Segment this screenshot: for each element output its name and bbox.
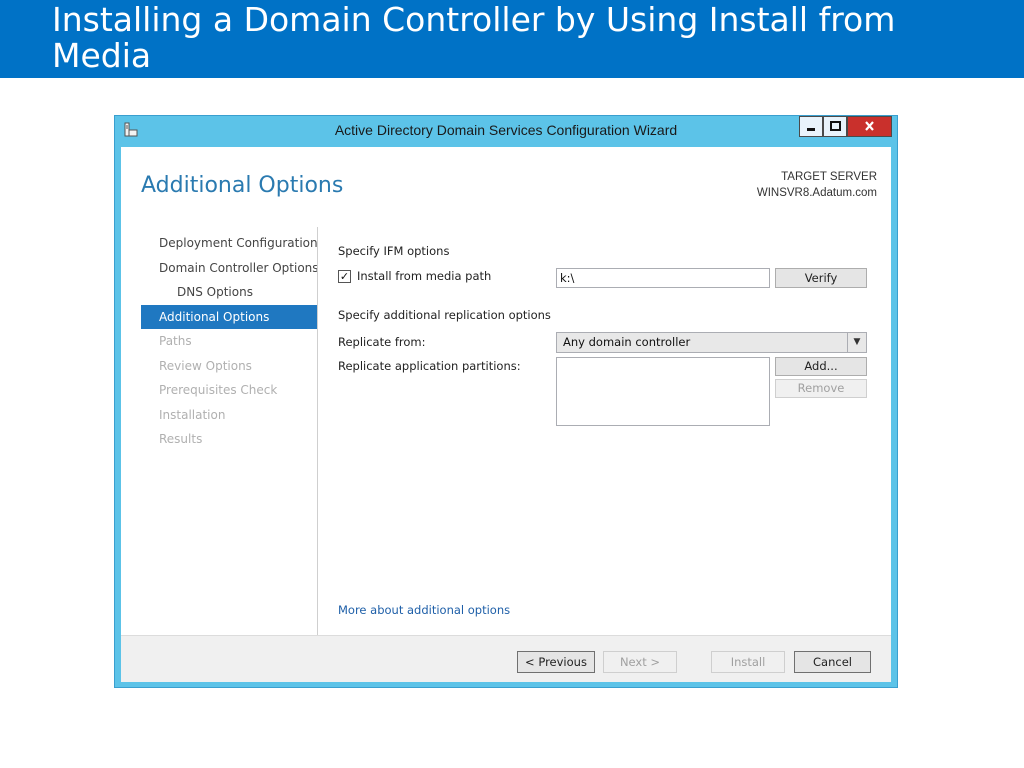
replicate-from-value: Any domain controller (563, 335, 691, 349)
partitions-label: Replicate application partitions: (338, 359, 521, 373)
page-title: Additional Options (141, 173, 344, 198)
previous-button[interactable]: < Previous (517, 651, 595, 673)
wizard-nav: Deployment Configuration Domain Controll… (141, 231, 319, 452)
install-from-media-checkbox[interactable]: ✓ (338, 270, 351, 283)
wizard-footer: < Previous Next > Install Cancel (121, 635, 891, 682)
more-about-options-link[interactable]: More about additional options (338, 603, 510, 617)
partitions-listbox[interactable] (556, 357, 770, 426)
maximize-button[interactable] (823, 116, 847, 137)
window-titlebar[interactable]: Active Directory Domain Services Configu… (115, 116, 897, 146)
replicate-from-label: Replicate from: (338, 335, 426, 349)
chevron-down-icon[interactable]: ▼ (847, 333, 866, 352)
nav-item-additional-options[interactable]: Additional Options (141, 304, 317, 329)
slide-title: Installing a Domain Controller by Using … (52, 0, 896, 75)
remove-partition-button: Remove (775, 379, 867, 398)
media-path-input[interactable]: k:\ (556, 268, 770, 288)
window-title: Active Directory Domain Services Configu… (334, 122, 678, 138)
maximize-icon (830, 121, 841, 131)
nav-item-prerequisites-check: Prerequisites Check (159, 383, 278, 397)
cancel-button[interactable]: Cancel (794, 651, 871, 673)
nav-item-review-options: Review Options (159, 358, 252, 373)
nav-item-paths: Paths (159, 334, 192, 348)
add-partition-button[interactable]: Add... (775, 357, 867, 376)
close-button[interactable] (847, 116, 892, 137)
checkmark-icon: ✓ (339, 270, 350, 283)
close-icon (865, 121, 874, 131)
next-button: Next > (603, 651, 677, 673)
wizard-window: Active Directory Domain Services Configu… (114, 115, 898, 688)
nav-divider (317, 227, 318, 649)
nav-item-installation: Installation (159, 407, 226, 422)
slide-header: Installing a Domain Controller by Using … (0, 0, 1024, 78)
nav-item-domain-controller-options[interactable]: Domain Controller Options (141, 256, 319, 281)
replication-options-heading: Specify additional replication options (338, 308, 551, 322)
nav-item-deployment-configuration[interactable]: Deployment Configuration (141, 231, 318, 256)
minimize-button[interactable] (799, 116, 823, 137)
wizard-client-area: Additional Options TARGET SERVER WINSVR8… (121, 147, 891, 682)
target-server-name: WINSVR8.Adatum.com (756, 187, 877, 199)
minimize-icon (807, 128, 815, 131)
install-button: Install (711, 651, 785, 673)
install-from-media-label[interactable]: Install from media path (357, 269, 491, 283)
target-server-label: TARGET SERVER (781, 171, 877, 183)
ifm-options-heading: Specify IFM options (338, 244, 450, 258)
nav-item-dns-options[interactable]: DNS Options (141, 280, 317, 305)
replicate-from-select[interactable]: Any domain controller ▼ (556, 332, 867, 353)
verify-button[interactable]: Verify (775, 268, 867, 288)
nav-item-results: Results (159, 432, 203, 446)
